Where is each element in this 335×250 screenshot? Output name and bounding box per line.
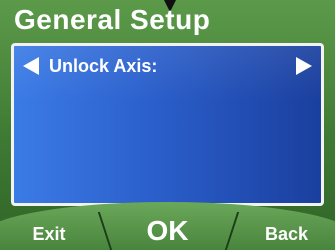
exit-button[interactable]: Exit xyxy=(0,212,98,250)
settings-panel: Unlock Axis: xyxy=(11,43,324,206)
page-title: General Setup xyxy=(14,4,211,35)
ok-button[interactable]: OK xyxy=(110,212,225,250)
softkey-bar: Exit OK Back xyxy=(0,202,335,250)
unlock-axis-label: Unlock Axis: xyxy=(49,56,158,76)
right-arrow-icon[interactable] xyxy=(296,57,312,75)
left-arrow-icon[interactable] xyxy=(23,57,39,75)
general-setup-screen: General Setup Unlock Axis: Exit OK Back xyxy=(0,0,335,250)
back-button[interactable]: Back xyxy=(238,212,335,250)
